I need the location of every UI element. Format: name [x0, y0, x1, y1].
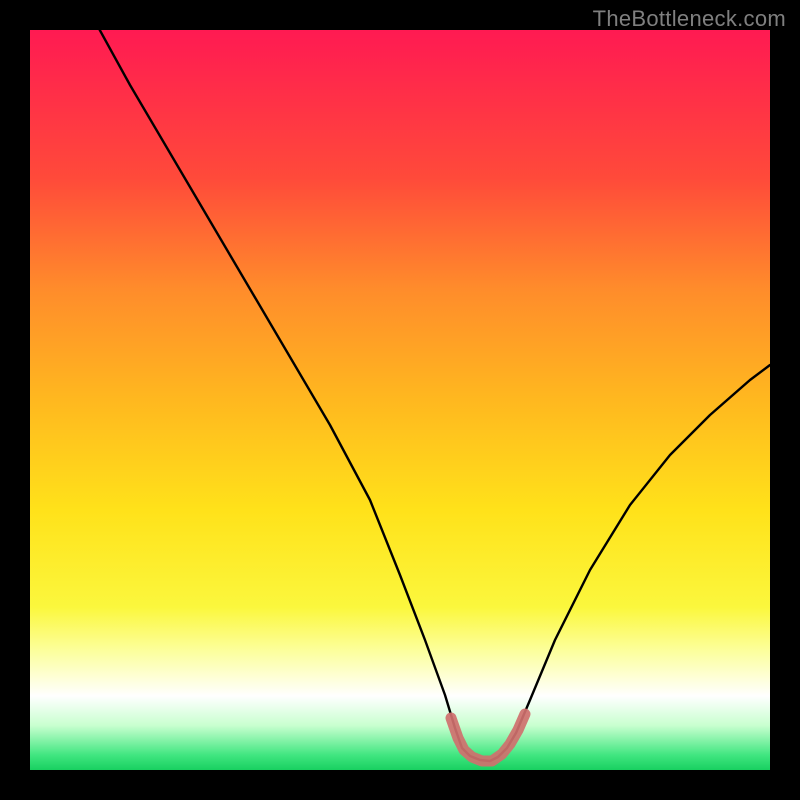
watermark-text: TheBottleneck.com [593, 6, 786, 32]
plot-area [30, 30, 770, 770]
chart-canvas: TheBottleneck.com [0, 0, 800, 800]
curve-line [75, 0, 770, 761]
optimal-region-highlight [451, 714, 525, 761]
chart-svg [30, 30, 770, 770]
